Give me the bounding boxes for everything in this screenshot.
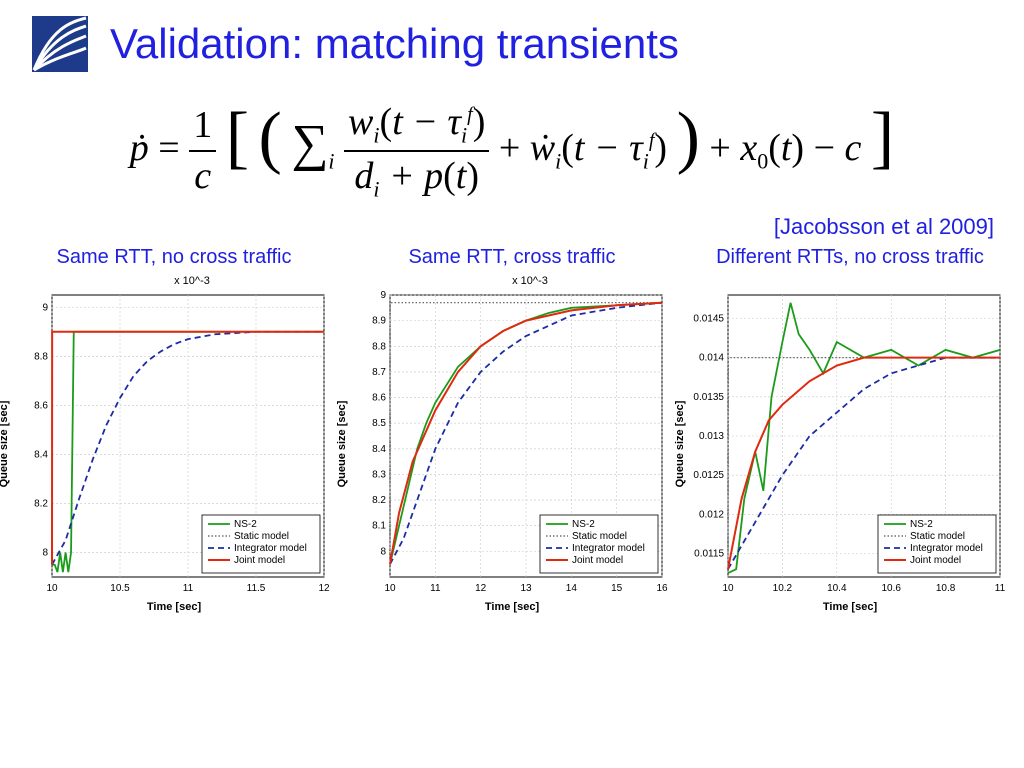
svg-text:9: 9	[380, 290, 386, 301]
chart-3: Different RTTs, no cross traffic Queue s…	[684, 246, 1016, 613]
svg-text:10.4: 10.4	[827, 583, 847, 594]
svg-text:8: 8	[380, 547, 386, 558]
svg-text:13: 13	[520, 583, 532, 594]
svg-text:NS-2: NS-2	[234, 519, 257, 530]
svg-text:8.7: 8.7	[372, 367, 386, 378]
svg-text:8: 8	[42, 548, 48, 559]
svg-text:11: 11	[183, 583, 194, 594]
svg-text:10.6: 10.6	[881, 583, 901, 594]
svg-text:8.9: 8.9	[372, 316, 386, 327]
svg-text:0.012: 0.012	[699, 510, 724, 521]
chart-2-caption: Same RTT, cross traffic	[408, 246, 615, 269]
chart-1-caption: Same RTT, no cross traffic	[57, 246, 292, 269]
svg-text:8.2: 8.2	[34, 499, 48, 510]
svg-text:16: 16	[656, 583, 668, 594]
chart-1-xlabel: Time [sec]	[147, 601, 201, 613]
chart-2-ylabel: Queue size [sec]	[336, 401, 348, 488]
page-title: Validation: matching transients	[110, 20, 679, 68]
svg-text:10: 10	[46, 583, 58, 594]
chart-3-plot: 10 10.2 10.4 10.6 10.8 11 0.0115 0.012 0.0125 0.0…	[686, 289, 1006, 599]
chart-3-exponent	[830, 275, 869, 289]
svg-text:8.6: 8.6	[372, 393, 386, 404]
svg-text:14: 14	[566, 583, 578, 594]
svg-text:0.014: 0.014	[699, 353, 724, 364]
svg-text:15: 15	[611, 583, 623, 594]
logo-icon	[30, 14, 90, 74]
chart-2-xlabel: Time [sec]	[485, 601, 539, 613]
svg-text:8.6: 8.6	[34, 401, 48, 412]
svg-text:0.0115: 0.0115	[694, 549, 724, 560]
chart-1: Same RTT, no cross traffic x 10^-3 Queue…	[8, 246, 340, 613]
svg-text:11: 11	[430, 583, 441, 594]
chart-2-plot: 10 11 12 13 14 15 16 8 8.1 8.2 8.3 8.4 8.5 8.6 8.7 8.8 8…	[348, 289, 668, 599]
chart-3-caption: Different RTTs, no cross traffic	[716, 246, 984, 269]
chart-1-ylabel: Queue size [sec]	[0, 401, 10, 488]
chart-3-ylabel: Queue size [sec]	[674, 401, 686, 488]
svg-text:11: 11	[995, 583, 1006, 594]
svg-text:0.0145: 0.0145	[693, 314, 724, 325]
svg-text:8.4: 8.4	[372, 444, 386, 455]
main-equation: ṗ = 1c [ ( ∑i wi(t − τif) di + p(t) + ẇi…	[0, 92, 1024, 204]
svg-text:0.0125: 0.0125	[693, 471, 724, 482]
svg-text:Static model: Static model	[234, 531, 289, 542]
chart-3-xlabel: Time [sec]	[823, 601, 877, 613]
svg-text:10.8: 10.8	[936, 583, 956, 594]
svg-text:Joint model: Joint model	[572, 555, 623, 566]
svg-text:9: 9	[42, 303, 48, 314]
svg-text:10.2: 10.2	[773, 583, 793, 594]
svg-text:0.013: 0.013	[699, 431, 724, 442]
svg-text:Static model: Static model	[910, 531, 965, 542]
svg-text:Integrator model: Integrator model	[910, 543, 983, 554]
title-row: Validation: matching transients	[0, 0, 1024, 74]
svg-text:NS-2: NS-2	[910, 519, 933, 530]
svg-text:10: 10	[384, 583, 396, 594]
svg-text:10: 10	[722, 583, 734, 594]
svg-text:0.0135: 0.0135	[693, 392, 724, 403]
svg-text:Integrator model: Integrator model	[234, 543, 307, 554]
svg-text:Static model: Static model	[572, 531, 627, 542]
citation: [Jacobsson et al 2009]	[0, 214, 1024, 240]
svg-text:8.8: 8.8	[372, 342, 386, 353]
chart-1-exponent: x 10^-3	[138, 275, 210, 289]
svg-text:8.1: 8.1	[372, 521, 386, 532]
svg-text:8.5: 8.5	[372, 419, 386, 430]
svg-text:10.5: 10.5	[110, 583, 130, 594]
svg-text:12: 12	[318, 583, 330, 594]
svg-text:8.2: 8.2	[372, 496, 386, 507]
svg-text:Joint model: Joint model	[910, 555, 961, 566]
svg-text:Joint model: Joint model	[234, 555, 285, 566]
svg-text:12: 12	[475, 583, 487, 594]
svg-text:Integrator model: Integrator model	[572, 543, 645, 554]
chart-2-exponent: x 10^-3	[476, 275, 548, 289]
svg-text:8.3: 8.3	[372, 470, 386, 481]
chart-1-plot: 10 10.5 11 11.5 12 8 8.2 8.4 8.6 8.8 9 NS-2Static m…	[10, 289, 330, 599]
svg-text:11.5: 11.5	[247, 583, 266, 594]
svg-text:8.8: 8.8	[34, 352, 48, 363]
charts-row: Same RTT, no cross traffic x 10^-3 Queue…	[0, 240, 1024, 613]
chart-2: Same RTT, cross traffic x 10^-3 Queue si…	[346, 246, 678, 613]
svg-text:8.4: 8.4	[34, 450, 48, 461]
svg-text:NS-2: NS-2	[572, 519, 595, 530]
